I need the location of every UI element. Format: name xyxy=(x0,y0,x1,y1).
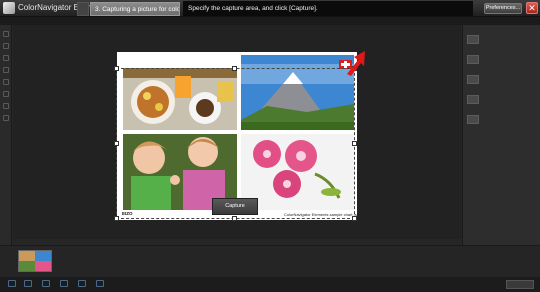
tool-icon[interactable] xyxy=(3,55,9,61)
panel-item xyxy=(467,71,537,91)
close-button[interactable]: ✕ xyxy=(526,2,538,14)
tool-icon[interactable] xyxy=(3,43,9,49)
tool-icon[interactable] xyxy=(3,103,9,109)
panel-item xyxy=(467,91,537,111)
close-icon: ✕ xyxy=(528,3,536,13)
chart-caption: ColorNavigator Elements sample chart (sR… xyxy=(284,212,367,217)
step-tab-capturing[interactable]: 3. Capturing a picture for color matchin xyxy=(90,2,180,16)
red-arrow-icon xyxy=(347,51,365,76)
panel-item xyxy=(467,111,537,131)
thumbnail-image xyxy=(19,251,51,271)
resize-handle[interactable] xyxy=(114,66,119,71)
resize-handle[interactable] xyxy=(114,141,119,146)
tool-icon[interactable] xyxy=(3,67,9,73)
bottom-tool-icon[interactable] xyxy=(96,280,104,287)
done-button[interactable] xyxy=(506,280,534,289)
tool-icon[interactable] xyxy=(3,91,9,97)
left-toolbar xyxy=(0,25,12,245)
bottom-tool-icon[interactable] xyxy=(42,280,50,287)
preferences-button[interactable]: Preferences... xyxy=(484,3,522,14)
eizo-logo: EIZO xyxy=(122,211,133,216)
home-tab[interactable] xyxy=(77,2,89,16)
app-logo-icon xyxy=(3,2,15,14)
bottom-tool-icon[interactable] xyxy=(60,280,68,287)
resize-handle[interactable] xyxy=(232,216,237,221)
panel-item xyxy=(467,51,537,71)
resize-handle[interactable] xyxy=(232,66,237,71)
captured-thumbnail[interactable] xyxy=(18,250,52,272)
tool-icon[interactable] xyxy=(3,115,9,121)
tool-icon[interactable] xyxy=(3,79,9,85)
capture-button[interactable]: Capture xyxy=(212,198,258,215)
tool-icon[interactable] xyxy=(3,31,9,37)
panel-item xyxy=(467,31,537,51)
bottom-tool-icon[interactable] xyxy=(78,280,86,287)
bottom-panel xyxy=(0,245,540,277)
instruction-banner: Specify the capture area, and click [Cap… xyxy=(183,1,473,16)
right-panel xyxy=(462,25,540,245)
resize-handle[interactable] xyxy=(352,141,357,146)
bottom-tool-icon[interactable] xyxy=(24,280,32,287)
capture-area-selection[interactable] xyxy=(114,66,357,221)
bottom-tool-icon[interactable] xyxy=(8,280,16,287)
sub-toolbar xyxy=(0,17,540,25)
resize-handle[interactable] xyxy=(114,216,119,221)
